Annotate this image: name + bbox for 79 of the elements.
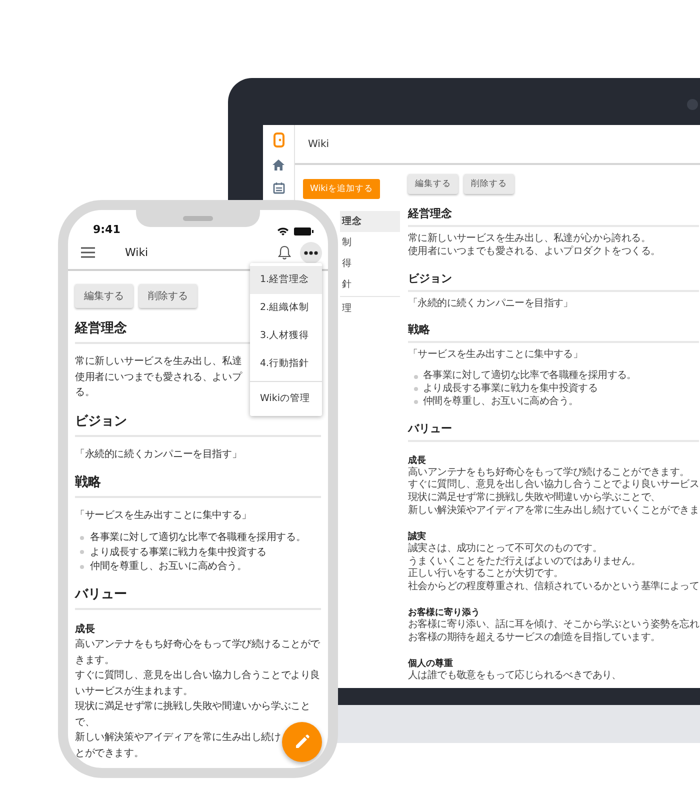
menu-item[interactable]: 2.組織体制 [250, 294, 322, 322]
action-button[interactable]: 削除する [139, 284, 197, 308]
section-heading: 戦略 [408, 322, 700, 344]
body-text: 誠実さは、成功にとって不可欠のものです。 [408, 542, 602, 556]
body-text: 「永続的に続くカンパニーを目指す」 [75, 448, 242, 462]
body-text: とができます。 [75, 746, 144, 760]
body-text: すぐに質問し、意見を出し合い協力し合うことでより良 [75, 668, 320, 683]
sidebar-item[interactable]: 針 [340, 274, 400, 295]
body-text: 「永続的に続くカンパニーを目指す」 [408, 298, 573, 310]
body-text: 高いアンテナをもち好奇心をもって学び続けることができます。 [408, 466, 690, 478]
home-icon[interactable] [272, 159, 285, 171]
body-text: うまくいくことをただ行えばよいのではありません。 [408, 556, 641, 568]
body-text: 使用者にいつまでも愛される、よいプ [75, 370, 242, 384]
bell-icon[interactable] [278, 245, 291, 260]
wifi-icon [277, 227, 289, 236]
body-text: 新しい解決策やアイディアを常に生み出し続け [75, 730, 281, 745]
body-text: きます。 [75, 654, 114, 668]
body-text: 常に新しいサービスを生み出し、私達 [75, 354, 242, 369]
menu-item[interactable]: 4.行動指針 [250, 350, 322, 378]
menu-item[interactable]: 1.経営理念 [250, 266, 322, 294]
section-heading: 経営理念 [408, 206, 700, 227]
bullet-icon [80, 550, 84, 554]
calendar-icon[interactable] [272, 182, 284, 194]
list-item: 仲間を尊重し、お互いに高め合う。 [423, 396, 578, 409]
body-text: 使用者にいつまでも愛される、よいプロダクトをつくる。 [408, 246, 660, 259]
menu-icon[interactable] [81, 247, 95, 258]
section-heading: バリュー [408, 420, 700, 442]
more-icon [304, 250, 318, 254]
logo-icon [272, 132, 284, 148]
list-item: より成長する事業に戦力を集中投資する [90, 546, 266, 560]
menu-item[interactable]: Wikiの管理 [250, 385, 322, 413]
body-text: る。 [75, 386, 95, 400]
bullet-icon [414, 400, 418, 404]
body-text: 現状に満足せず常に挑戦し失敗や間違いから学ぶこと [75, 700, 310, 714]
list-item: より成長する事業に戦力を集中投資する [423, 382, 598, 396]
body-text: 人は誰でも敬意をもって応じられるべきであり、 [408, 670, 622, 682]
subsection-heading: 成長 [408, 454, 427, 466]
app-title: Wiki [308, 138, 330, 150]
app-title: Wiki [125, 246, 148, 259]
pencil-icon [294, 734, 310, 750]
more-button[interactable] [300, 242, 322, 264]
action-button[interactable]: 編集する [408, 174, 458, 194]
subsection-heading: 成長 [75, 622, 96, 636]
bullet-icon [414, 374, 418, 379]
list-item: 各事業に対して適切な比率で各職種を採用する。 [90, 530, 306, 545]
subsection-heading: 個人の尊重 [408, 657, 454, 670]
sidebar-item[interactable]: 制 [340, 232, 400, 253]
body-text: 「サービスを生み出すことに集中する」 [408, 349, 583, 362]
body-text: で、 [75, 716, 95, 730]
body-text: 社会からどの程度尊重され、信頼されているかという基準によって [408, 581, 700, 594]
speaker-icon [183, 216, 213, 221]
body-text: 現状に満足せず常に挑戦し失敗や間違いから学ぶことで、 [408, 492, 660, 504]
subsection-heading: 誠実 [408, 530, 427, 542]
bullet-icon [80, 536, 84, 540]
status-time: 9:41 [93, 223, 120, 236]
bullet-icon [414, 387, 418, 392]
section-heading: 戦略 [75, 473, 321, 498]
action-button[interactable]: 削除する [464, 174, 514, 194]
body-text: 「サービスを生み出すことに集中する」 [75, 508, 252, 523]
body-text: お客様の期待を超えるサービスの創造を目指しています。 [408, 632, 660, 645]
body-text: いサービスが生まれます。 [75, 684, 193, 698]
section-heading: ビジョン [408, 270, 700, 292]
body-text: 正しい行いをすることが大切です。 [408, 568, 564, 580]
sidebar-item[interactable]: 理念 [340, 211, 400, 232]
battery-icon [294, 227, 314, 236]
body-text: 高いアンテナをもち好奇心をもって学び続けることがで [75, 638, 320, 652]
body-text: 新しい解決策やアイディアを常に生み出し続けていくことができま [408, 504, 700, 518]
section-heading: バリュー [75, 585, 321, 610]
sidebar-item[interactable]: 理 [340, 298, 400, 319]
action-button[interactable]: 編集する [75, 284, 133, 308]
list-item: 各事業に対して適切な比率で各職種を採用する。 [423, 370, 636, 382]
subsection-heading: お客様に寄り添う [408, 606, 481, 618]
list-item: 仲間を尊重し、お互いに高め合う。 [90, 560, 247, 574]
body-text: すぐに質問し、意見を出し合い協力し合うことでより良いサービス [408, 479, 700, 492]
sidebar-item[interactable]: 得 [340, 253, 400, 274]
body-text: お客様に寄り添い、話に耳を傾け、そこから学ぶという姿勢を忘れ [408, 618, 700, 632]
bullet-icon [80, 564, 84, 569]
camera-dot [687, 99, 698, 110]
body-text: 常に新しいサービスを生み出し、私達が心から誇れる。 [408, 233, 651, 246]
